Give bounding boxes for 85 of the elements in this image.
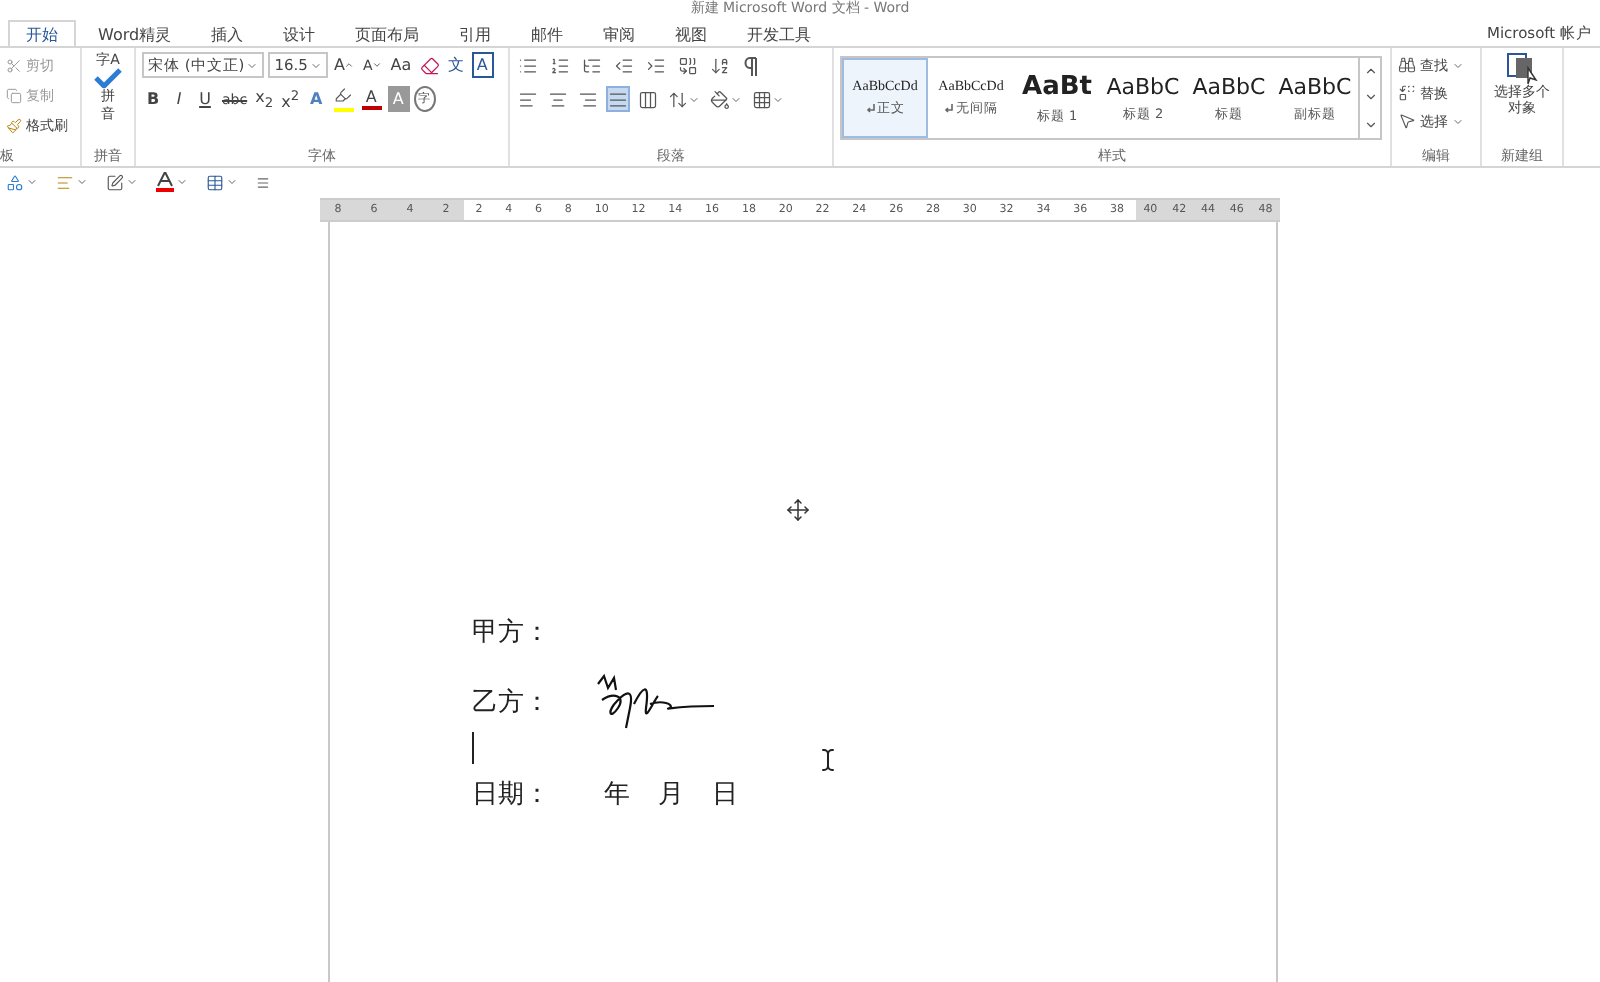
dropdown-caret-icon	[126, 176, 138, 188]
up-chevron-icon	[1363, 64, 1377, 79]
ribbon-tab[interactable]: Word精灵	[80, 19, 190, 47]
dropdown-caret-icon	[1452, 115, 1464, 127]
pilcrow-icon	[744, 55, 758, 75]
down-chevron-icon	[372, 60, 383, 70]
dropdown-caret-icon	[76, 176, 88, 188]
brush-icon	[6, 117, 22, 133]
text-effect-button[interactable]: A	[305, 86, 328, 112]
grow-font-button[interactable]: A	[331, 52, 357, 78]
character-border-button[interactable]: A	[471, 52, 494, 78]
ribbon-tab[interactable]: 视图	[657, 19, 726, 47]
dropdown-caret-icon	[1452, 59, 1464, 71]
toolbar-icon	[710, 89, 730, 109]
toolbar-icon	[668, 89, 688, 109]
dropdown-caret-icon	[730, 93, 742, 105]
ribbon-tab[interactable]: 页面布局	[337, 19, 438, 47]
italic-button[interactable]: I	[168, 86, 190, 112]
paragraph-mark-icon	[865, 104, 875, 114]
toolbar-icon	[614, 55, 634, 75]
document-text: 乙方：	[472, 684, 550, 720]
move-cursor-icon	[786, 498, 810, 522]
toolbar-icon	[710, 55, 730, 75]
subscript-button[interactable]: x$_{2}$	[253, 86, 276, 112]
dropdown-caret-icon	[309, 59, 322, 71]
i-beam-cursor-icon	[816, 748, 840, 772]
highlight-button[interactable]	[331, 86, 356, 112]
binoculars-icon	[1398, 56, 1416, 74]
toolbar-icon	[518, 55, 538, 75]
dropdown-caret-icon	[26, 176, 38, 188]
customize-toolbar-icon[interactable]	[256, 175, 270, 189]
ribbon-tab[interactable]: 引用	[441, 19, 510, 47]
superscript-button[interactable]: x$^{2}$	[279, 86, 302, 112]
align-button[interactable]	[636, 86, 660, 112]
toolbar-icon	[638, 89, 658, 109]
borders-button[interactable]	[750, 86, 786, 112]
document-text: 甲方：	[472, 614, 550, 650]
ribbon-tab[interactable]: 开始	[8, 19, 76, 47]
text-cursor	[472, 732, 474, 764]
scissors-icon	[6, 57, 22, 73]
toolbar-icon	[582, 55, 602, 75]
ribbon-tab[interactable]: 审阅	[585, 19, 654, 47]
check-icon	[94, 68, 122, 88]
toolbar-icon	[578, 89, 598, 109]
layout-button[interactable]	[676, 52, 700, 78]
ribbon-tab[interactable]: 邮件	[513, 19, 582, 47]
dropdown-caret-icon	[246, 59, 259, 71]
toolbar-icon	[550, 55, 570, 75]
font-color-icon	[156, 172, 174, 192]
dropdown-caret-icon	[688, 93, 700, 105]
toolbar-icon	[752, 89, 772, 109]
toolbar-icon	[608, 89, 628, 109]
document-text: 日期：	[472, 776, 552, 812]
ribbon-tab[interactable]: 开发工具	[729, 19, 830, 47]
toolbar-icon	[646, 55, 666, 75]
font-color-button[interactable]: A	[359, 86, 384, 112]
paragraph-mark-icon	[944, 104, 954, 114]
change-case-button[interactable]: Aa	[388, 52, 414, 78]
table-button[interactable]	[206, 173, 238, 191]
document-text: 年	[604, 776, 630, 812]
clear-format-button[interactable]	[417, 52, 442, 78]
bold-button[interactable]: B	[142, 86, 164, 112]
dropdown-caret-icon	[226, 176, 238, 188]
ribbon-tab[interactable]: 插入	[193, 19, 262, 47]
toolbar-icon	[518, 89, 538, 109]
pointer-icon	[1398, 112, 1416, 130]
show-marks-button[interactable]	[740, 52, 762, 78]
document-text: 日	[712, 776, 738, 812]
font-color-quick-button[interactable]	[156, 172, 188, 192]
phonetic-guide-button[interactable]: 文	[445, 52, 468, 78]
underline-button[interactable]: U	[194, 86, 216, 112]
dropdown-caret-icon	[772, 93, 784, 105]
toolbar-icon	[548, 89, 568, 109]
align-button[interactable]	[606, 86, 630, 112]
copy-icon	[6, 87, 22, 103]
edit-shape-button[interactable]	[106, 173, 138, 191]
toolbar-icon	[678, 55, 698, 75]
up-chevron-icon	[344, 60, 355, 70]
shapes-button[interactable]	[6, 173, 38, 191]
paint-bucket-button[interactable]	[708, 86, 744, 112]
dropdown-caret-icon	[176, 176, 188, 188]
select-objects-icon	[1506, 52, 1538, 84]
ribbon-tab[interactable]: 设计	[265, 19, 334, 47]
align-objects-button[interactable]	[56, 173, 88, 191]
document-text: 月	[658, 776, 684, 812]
